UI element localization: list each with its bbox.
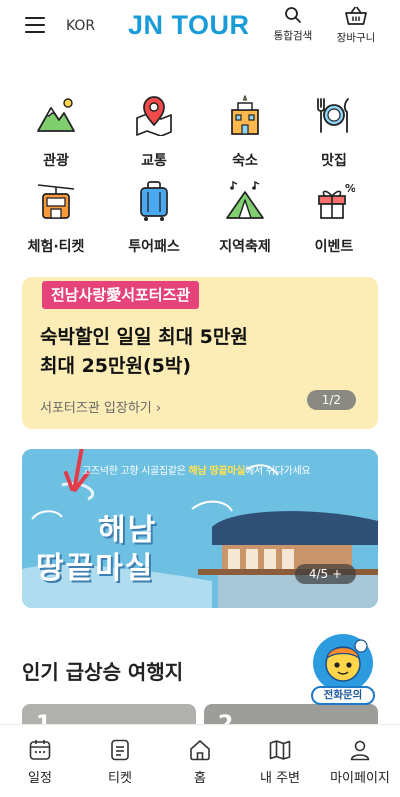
app-logo[interactable]: JN TOUR	[128, 10, 250, 41]
nav-ticket[interactable]: 티켓	[80, 738, 160, 786]
category-lodging[interactable]: 숙소	[200, 94, 290, 170]
promo-pager: 1/2	[306, 390, 356, 410]
banner-pager[interactable]: 4/5 +	[294, 564, 356, 584]
header: KOR JN TOUR 통합검색 장바구니	[0, 0, 400, 54]
call-inquiry-label: 전화문의	[311, 686, 375, 705]
mascot-icon	[313, 634, 373, 692]
ticket-icon	[111, 739, 129, 761]
call-inquiry-button[interactable]: 전화문의	[309, 634, 377, 706]
luggage-icon	[140, 181, 168, 221]
mountain-icon	[37, 98, 75, 132]
map-pin-icon	[136, 96, 172, 137]
category-label: 관광	[43, 153, 69, 169]
nav-mypage[interactable]: 마이페이지	[320, 738, 400, 786]
category-experience[interactable]: 체험·티켓	[11, 180, 101, 256]
category-label: 투어패스	[128, 239, 180, 255]
home-icon	[190, 740, 210, 761]
banner-subtitle-prefix: 고즈넉한 고향 시골집같은	[82, 466, 189, 477]
search-icon	[285, 7, 301, 23]
banner-title-line2: 땅끝마실	[36, 551, 155, 586]
promo-title-line1: 숙박할인 일일 최대 5만원	[40, 326, 248, 348]
category-festival[interactable]: 지역축제	[200, 180, 290, 256]
nav-nearby[interactable]: 내 주변	[240, 738, 320, 786]
category-label: 맛집	[321, 153, 347, 169]
haenam-banner[interactable]: 고즈넉한 고향 시골집같은 해남 땅끝마실에서 쉬다가세요 해남 땅끝마실 4/…	[22, 449, 378, 608]
category-label: 교통	[141, 153, 167, 169]
calendar-icon	[29, 740, 51, 760]
nav-label: 홈	[194, 771, 206, 786]
promo-link-label: 서포터즈관 입장하기	[40, 401, 152, 416]
popular-section-title: 인기 급상승 여행지	[22, 660, 184, 684]
category-sightseeing[interactable]: 관광	[11, 94, 101, 170]
banner-subtitle-highlight: 해남 땅끝마실	[188, 466, 246, 477]
hotel-icon	[231, 94, 259, 135]
banner-subtitle: 고즈넉한 고향 시골집같은 해남 땅끝마실에서 쉬다가세요	[82, 462, 311, 477]
festival-tent-icon	[226, 180, 264, 219]
cart-button[interactable]: 장바구니	[331, 6, 381, 45]
cable-car-icon	[37, 184, 75, 219]
cart-label: 장바구니	[336, 32, 376, 44]
promo-link[interactable]: 서포터즈관 입장하기 ›	[40, 397, 161, 416]
nav-label: 티켓	[108, 771, 132, 786]
nav-label: 일정	[28, 771, 52, 786]
promo-title-line2: 최대 25만원(5박)	[40, 355, 192, 377]
promo-title: 숙박할인 일일 최대 5만원 최대 25만원(5박)	[40, 323, 248, 381]
language-selector[interactable]: KOR	[66, 18, 95, 34]
nav-home[interactable]: 홈	[160, 738, 240, 786]
svg-text:%: %	[345, 182, 355, 195]
search-button[interactable]: 통합검색	[268, 6, 318, 43]
category-restaurant[interactable]: 맛집	[289, 94, 379, 170]
dining-icon	[317, 98, 349, 133]
nav-schedule[interactable]: 일정	[0, 738, 80, 786]
bottom-navigation: 일정 티켓 홈 내 주변 마이페이지	[0, 724, 400, 797]
category-transport[interactable]: 교통	[109, 94, 199, 170]
category-label: 숙소	[232, 153, 258, 169]
gift-icon: %	[318, 182, 356, 219]
cart-icon	[345, 6, 367, 25]
nav-label: 내 주변	[259, 771, 300, 786]
search-label: 통합검색	[273, 30, 313, 42]
map-icon	[269, 740, 291, 760]
category-tourpass[interactable]: 투어패스	[109, 180, 199, 256]
nav-label: 마이페이지	[330, 771, 390, 786]
user-icon	[350, 740, 370, 761]
chevron-right-icon: ›	[155, 401, 162, 416]
category-label: 체험·티켓	[27, 239, 85, 255]
supporters-promo-card[interactable]: 전남사랑愛서포터즈관 숙박할인 일일 최대 5만원 최대 25만원(5박) 서포…	[22, 277, 378, 429]
banner-subtitle-suffix: 에서 쉬다가세요	[245, 466, 311, 477]
category-label: 이벤트	[314, 239, 354, 255]
promo-tag: 전남사랑愛서포터즈관	[42, 281, 200, 309]
category-event[interactable]: % 이벤트	[289, 180, 379, 256]
category-label: 지역축제	[219, 239, 271, 255]
app-screen: KOR JN TOUR 통합검색 장바구니 관광 교통 숙소 맛집 체험·티켓 …	[0, 0, 400, 797]
menu-icon[interactable]	[25, 17, 45, 35]
